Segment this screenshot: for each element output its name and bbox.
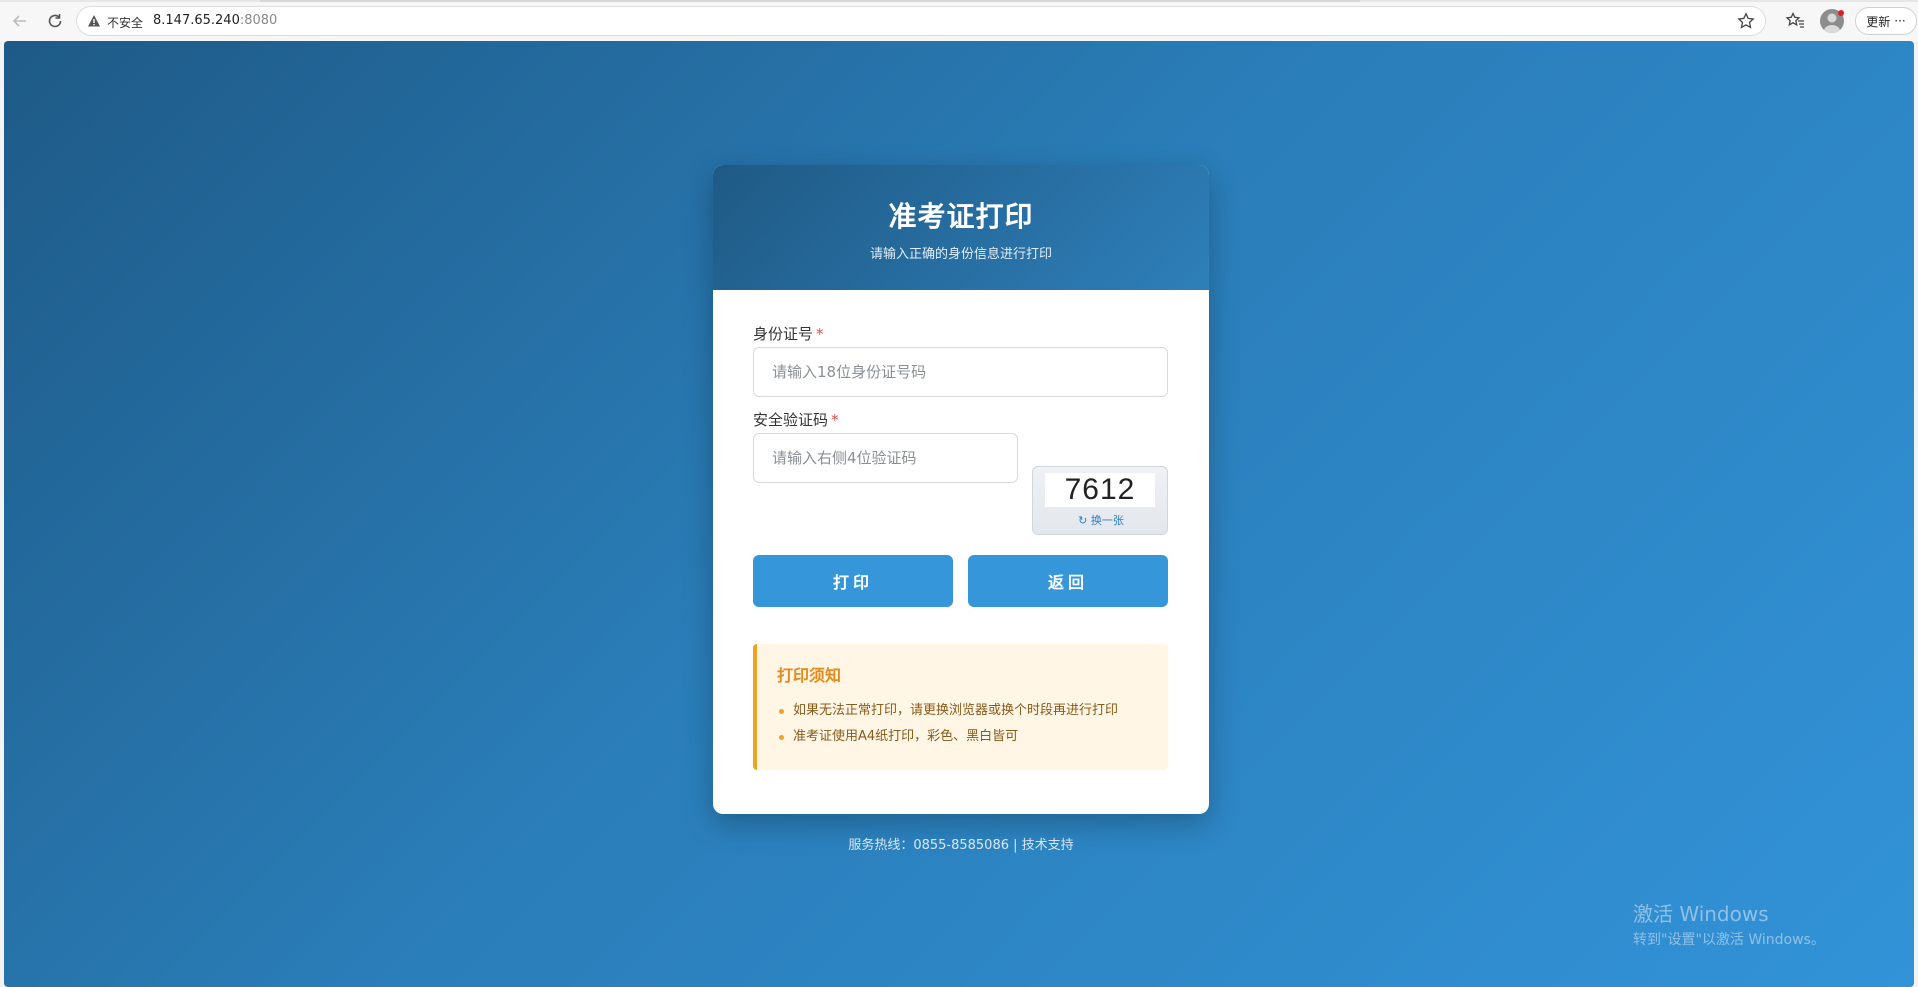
active-tab-indicator [260,0,1360,2]
insecure-label[interactable]: 不安全 [107,14,143,31]
captcha-label-text: 安全验证码 [753,411,829,429]
page-background: 准考证打印 请输入正确的身份信息进行打印 身份证号* 安全验证码* 7612 ↻… [4,41,1914,987]
notice-item: 准考证使用A4纸打印，彩色、黑白皆可 [777,724,1148,750]
captcha-label: 安全验证码 * [753,409,839,430]
url-text[interactable]: 8.147.65.240:8080 [153,13,277,28]
captcha-input[interactable] [753,433,1018,483]
captcha-code: 7612 [1045,473,1155,507]
url-port: :8080 [239,13,278,28]
notice-item: 如果无法正常打印，请更换浏览器或换个时段再进行打印 [777,698,1148,724]
favorites-icon[interactable] [1785,11,1805,31]
print-notice: 打印须知 如果无法正常打印，请更换浏览器或换个时段再进行打印 准考证使用A4纸打… [753,644,1168,770]
footer-hotline: 服务热线：0855-8585086 | 技术支持 [848,838,1074,853]
id-number-label: 身份证号 * [753,323,824,344]
watermark-subtitle: 转到"设置"以激活 Windows。 [1633,932,1825,948]
url-host: 8.147.65.240 [153,13,240,28]
reload-icon[interactable] [43,9,67,33]
notice-list: 如果无法正常打印，请更换浏览器或换个时段再进行打印 准考证使用A4纸打印，彩色、… [777,698,1148,750]
print-button[interactable]: 打印 [753,555,953,607]
required-mark: * [831,411,839,429]
address-bar[interactable]: 不安全 8.147.65.240:8080 [76,6,1766,36]
update-label: 更新 [1866,14,1891,29]
page-subtitle: 请输入正确的身份信息进行打印 [869,247,1052,262]
tab-strip [0,0,1918,2]
login-card: 准考证打印 请输入正确的身份信息进行打印 身份证号* 安全验证码* 7612 ↻… [713,165,1209,814]
id-number-input[interactable] [753,347,1168,397]
star-icon[interactable] [1737,12,1755,30]
warning-icon [88,15,100,27]
card-header: 准考证打印 请输入正确的身份信息进行打印 [713,165,1209,290]
back-icon[interactable] [8,9,32,33]
notification-dot [1838,10,1844,16]
browser-toolbar: 不安全 8.147.65.240:8080 更新 ··· [0,0,1918,41]
back-button[interactable]: 返回 [968,555,1168,607]
watermark-title: 激活 Windows [1633,902,1769,926]
more-icon: ··· [1894,14,1906,28]
captcha-image[interactable]: 7612 ↻ 换一张 [1032,466,1168,535]
update-button[interactable]: 更新 ··· [1855,7,1917,35]
page-title: 准考证打印 [888,200,1034,233]
required-mark: * [816,325,824,343]
windows-activation-watermark: 激活 Windows 转到"设置"以激活 Windows。 [1633,898,1825,949]
notice-title: 打印须知 [777,666,842,685]
id-number-label-text: 身份证号 [753,325,814,343]
captcha-refresh-link[interactable]: ↻ 换一张 [1033,512,1169,528]
